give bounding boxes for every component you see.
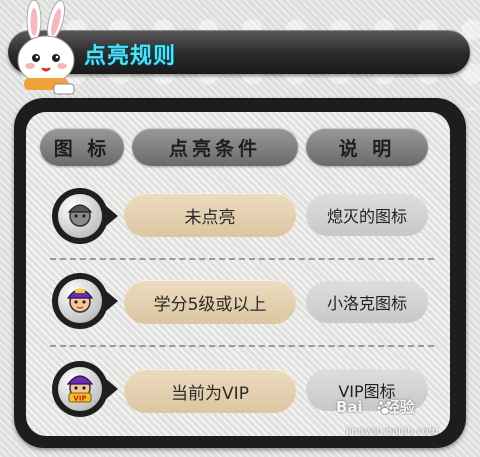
vip-avatar-icon: VIP [66,375,94,403]
baidu-paw-icon [376,400,394,415]
purple-hat-avatar-icon [66,288,94,313]
icon-pointer [106,379,118,399]
condition-cell: 未点亮 [124,193,296,237]
description-cell: 小洛克图标 [306,281,428,323]
rabbit-mascot-icon [17,0,75,95]
condition-cell: 当前为VIP [124,369,296,413]
row-divider [50,345,434,347]
description-cell: 熄灭的图标 [306,194,428,236]
header-condition: 点亮条件 [132,128,298,166]
svg-text:VIP: VIP [73,395,86,403]
icon-pointer [106,291,118,311]
header-icon: 图 标 [40,128,124,166]
icon-pointer [106,206,118,226]
gray-avatar-icon [67,204,93,227]
condition-cell: 学分5级或以上 [124,280,296,324]
watermark-url: jingyan.baidu.com [346,426,439,437]
row-divider [50,258,434,260]
page-title: 点亮规则 [84,44,177,69]
header-description: 说 明 [306,128,428,166]
